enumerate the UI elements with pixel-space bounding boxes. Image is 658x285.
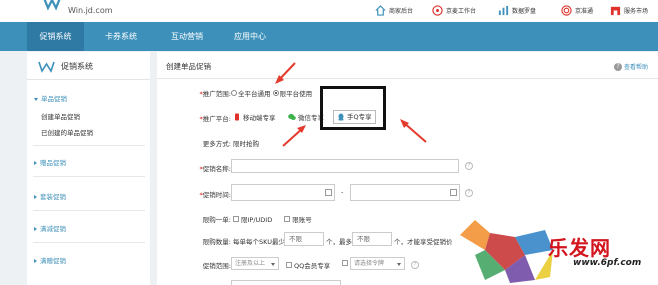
radio-selected-icon	[272, 90, 279, 96]
calendar-icon[interactable]	[450, 189, 457, 196]
sidebar: 促销系统 单品促销 创建单品促销 已创建的单品促销 赠品促销 套装促销 满减促销…	[27, 52, 150, 285]
scope-options: 全平台通用 限平台使用	[231, 88, 312, 98]
time-label: *促销时间:	[199, 191, 231, 199]
member-level-select[interactable]: 注册及以上	[231, 257, 279, 270]
start-time-input[interactable]	[231, 184, 335, 201]
scope-radio-limited[interactable]: 限平台使用	[272, 90, 312, 98]
limit-qty-label: 限购数量:	[202, 238, 231, 246]
main-header: 创建单品促销 ? 查看帮助	[157, 52, 658, 79]
limit-qty-mid: 个，最多	[326, 238, 352, 246]
limit-one-label: 限购一单:	[202, 216, 231, 224]
question-icon[interactable]: ?	[411, 261, 419, 269]
top-bar: Win.jd.com 商家后台 京麦工作台 数据罗盘 京准通 服务市场	[0, 0, 658, 22]
sidebar-group-single[interactable]: 单品促销	[34, 93, 67, 103]
qq-member-option[interactable]: QQ会员专享	[286, 260, 330, 270]
top-link-workbench[interactable]: 京麦工作台	[432, 3, 476, 17]
question-icon[interactable]: ?	[465, 189, 473, 197]
sidebar-title: 促销系统	[61, 62, 93, 71]
watermark-url: www.6pf.com	[573, 258, 642, 268]
radio-icon	[231, 90, 237, 96]
time-separator: -	[341, 188, 344, 196]
min-qty-input[interactable]: 不限	[284, 232, 324, 246]
chart-icon	[498, 5, 509, 15]
token-select[interactable]: 请选择令牌	[350, 257, 405, 270]
caret-right-icon	[34, 259, 37, 263]
annotation-box	[320, 86, 386, 130]
top-link-jzt[interactable]: 京准通	[561, 3, 593, 17]
caret-down-icon	[34, 97, 38, 101]
caret-right-icon	[34, 195, 37, 199]
main-nav: 促销系统 卡券系统 互动营销 应用中心	[0, 22, 658, 51]
limit-qty-prefix: 每单每个SKU最少	[233, 238, 285, 246]
token-option[interactable]	[342, 260, 350, 268]
top-link-merchant[interactable]: 商家后台	[375, 3, 413, 17]
watermark-text: 乐发网	[548, 236, 611, 260]
max-qty-input[interactable]: 不限	[352, 232, 392, 246]
caret-right-icon	[34, 227, 37, 231]
checkbox-icon	[233, 216, 239, 222]
store-icon	[610, 6, 621, 15]
top-link-data-compass[interactable]: 数据罗盘	[498, 3, 536, 17]
limit-qty-suffix: 个，才能享受促销价	[394, 238, 453, 246]
calendar-icon[interactable]	[325, 189, 332, 196]
nav-tab-coupon[interactable]: 卡券系统	[91, 22, 151, 51]
limit-account-checkbox[interactable]: 限账号	[284, 216, 312, 224]
help-icon: ?	[614, 62, 622, 71]
scope-radio-all[interactable]: 全平台通用	[231, 90, 271, 98]
end-time-input[interactable]	[350, 184, 460, 201]
wechat-icon	[288, 114, 296, 120]
nav-tab-interactive[interactable]: 互动营销	[157, 22, 217, 51]
sidebar-divider	[33, 176, 145, 177]
sidebar-group-full-reduction[interactable]: 满减促销	[34, 223, 66, 233]
extra-input[interactable]	[231, 280, 341, 285]
house-icon	[375, 4, 386, 16]
sidebar-item-create-single[interactable]: 创建单品促销	[41, 111, 80, 121]
scope-label: *推广范围:	[199, 90, 231, 98]
name-label: *促销名称:	[199, 165, 231, 173]
checkbox-icon	[286, 262, 292, 268]
platform-mobile[interactable]: 移动端专享	[233, 110, 276, 124]
phone-icon	[235, 113, 239, 121]
sidebar-group-gift[interactable]: 赠品促销	[34, 157, 66, 167]
sidebar-header: 促销系统	[27, 52, 150, 80]
page-title: 创建单品促销	[166, 62, 211, 71]
promotion-logo-icon	[38, 61, 55, 73]
platform-wechat[interactable]: 微信专享	[288, 110, 324, 124]
jd-logo-icon	[43, 0, 61, 11]
bull-watermark-icon	[460, 220, 553, 283]
sidebar-group-bundle[interactable]: 套装促销	[34, 191, 66, 201]
caret-right-icon	[34, 161, 37, 165]
help-link[interactable]: ? 查看帮助	[614, 62, 648, 71]
logo-url: Win.jd.com	[68, 6, 113, 15]
checkbox-icon	[284, 216, 291, 222]
sidebar-divider	[33, 242, 145, 243]
target-icon	[561, 4, 572, 16]
sidebar-group-full-gift[interactable]: 满赠促销	[34, 255, 66, 265]
sidebar-divider	[33, 210, 145, 211]
nav-tab-app-center[interactable]: 应用中心	[220, 22, 280, 51]
compass-icon	[432, 4, 443, 16]
promotion-name-input[interactable]	[231, 159, 459, 173]
nav-tab-promotion[interactable]: 促销系统	[27, 22, 84, 51]
limit-ip-checkbox[interactable]: 限IP/UDID	[233, 216, 272, 224]
more-value: 限时抢购	[233, 140, 259, 148]
platform-label: *推广平台:	[199, 115, 231, 123]
range-label: 促销范围:	[202, 262, 231, 270]
top-link-service-market[interactable]: 服务市场	[610, 3, 648, 17]
question-icon[interactable]: ?	[465, 162, 473, 170]
limit-one-options: 限IP/UDID 限账号	[233, 214, 312, 224]
more-label: 更多方式:	[202, 140, 231, 148]
checkbox-icon	[342, 260, 348, 266]
sidebar-item-created-single[interactable]: 已创建的单品促销	[41, 127, 93, 137]
sidebar-divider	[33, 145, 145, 146]
